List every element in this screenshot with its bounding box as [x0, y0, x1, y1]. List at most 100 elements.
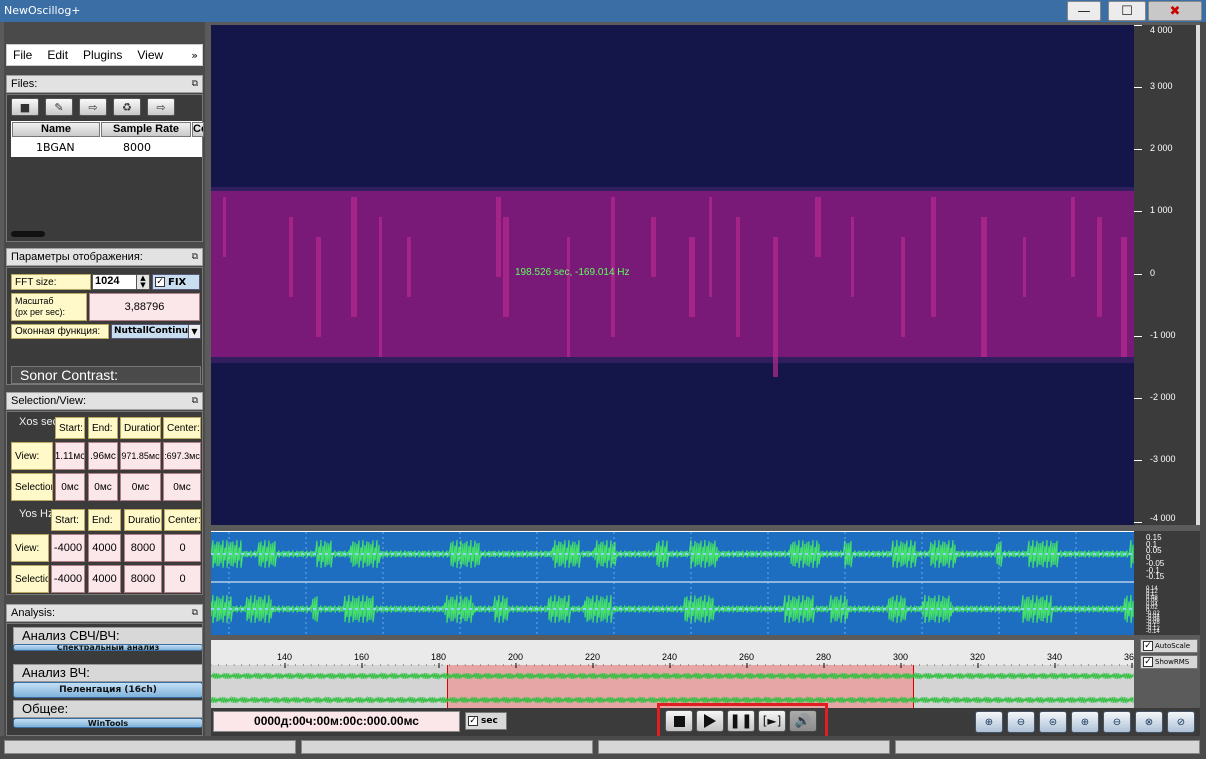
export-button[interactable]: ⇨ — [147, 98, 175, 116]
loop-button[interactable]: [►] — [758, 710, 786, 732]
waveform-dot — [1075, 608, 1078, 610]
waveform-dot — [871, 608, 874, 610]
y-view-duration[interactable]: 8000 — [124, 534, 162, 562]
col-name[interactable]: Name — [12, 122, 100, 137]
waveform-ch2-tick: -0.14 — [1146, 629, 1160, 636]
spectral-analysis-button[interactable]: Спектральный анализ — [13, 644, 202, 651]
float-panel-icon[interactable]: ⧉ — [192, 251, 198, 262]
analysis-panel: Анализ СВЧ/ВЧ: Спектральный анализ Анали… — [6, 623, 203, 736]
x-view-start[interactable]: 1.11мс — [55, 442, 85, 470]
waveform-dot — [865, 608, 868, 610]
import-button[interactable]: ⇨ — [79, 98, 107, 116]
spectrogram-streak — [496, 197, 501, 277]
menu-plugins[interactable]: Plugins — [83, 48, 122, 62]
open-folder-button[interactable]: ■ — [11, 98, 39, 116]
stop-button[interactable] — [665, 710, 693, 732]
pause-button[interactable]: ❚❚ — [727, 710, 755, 732]
sec-checkbox-icon[interactable]: ✓ — [468, 716, 478, 726]
waveform-dot — [229, 608, 232, 610]
direction-finding-button[interactable]: Пеленгация (16ch) — [13, 682, 202, 698]
wintools-button[interactable]: WinTools — [13, 718, 202, 728]
y-view-start[interactable]: -4000 — [51, 534, 85, 562]
sec-toggle[interactable]: ✓ sec — [465, 712, 507, 730]
col-comment[interactable]: Co — [192, 122, 204, 137]
x-sel-end[interactable]: 0мс — [88, 473, 118, 501]
spectrogram-streak — [736, 217, 740, 337]
zoom-in-y-button[interactable]: ⊕ — [1071, 711, 1099, 733]
waveform-view[interactable] — [210, 531, 1134, 636]
y-sel-start[interactable]: -4000 — [51, 565, 85, 593]
fix-checkbox-icon[interactable]: ✓ — [155, 277, 165, 287]
waveform-dot — [1111, 608, 1114, 610]
scale-value[interactable]: 3,88796 — [89, 293, 200, 321]
menu-overflow-icon[interactable]: » — [191, 49, 198, 62]
x-sel-center[interactable]: 0мс — [163, 473, 201, 501]
fix-toggle[interactable]: ✓ FIX — [152, 274, 200, 290]
y-tick-label: -2 000 — [1150, 391, 1176, 402]
y-view-center[interactable]: 0 — [164, 534, 201, 562]
spectrogram-view[interactable]: 198.526 sec, -169.014 Hz — [211, 25, 1134, 525]
zoom-fit-button[interactable]: ⊜ — [1039, 711, 1067, 733]
waveform-dot — [517, 553, 520, 555]
add-file-button[interactable]: ✎ — [45, 98, 73, 116]
waveform-dot — [1039, 553, 1042, 555]
x-sel-duration[interactable]: 0мс — [120, 473, 161, 501]
waveform-dot — [643, 553, 646, 555]
waveform-dot — [553, 553, 556, 555]
time-position-field[interactable]: 0000д:00ч:00м:00с:000.00мс — [213, 711, 460, 732]
x-sel-start[interactable]: 0мс — [55, 473, 85, 501]
waveform-dot — [727, 553, 730, 555]
zoom-out-y-button[interactable]: ⊖ — [1103, 711, 1131, 733]
horizontal-scrollbar[interactable] — [11, 231, 45, 237]
y-tick — [1134, 273, 1142, 275]
volume-button[interactable]: 🔊 — [789, 710, 817, 732]
showrms-toggle[interactable]: ✓ ShowRMS — [1140, 655, 1198, 669]
waveform-dot — [1045, 608, 1048, 610]
zoom-all-button[interactable]: ⊘ — [1167, 711, 1195, 733]
x-view-center[interactable]: :697.3мс — [163, 442, 201, 470]
y-sel-center[interactable]: 0 — [164, 565, 201, 593]
minimize-button[interactable]: — — [1067, 1, 1101, 21]
waveform-dot — [829, 553, 832, 555]
y-selection-label: Selection: — [11, 565, 49, 593]
float-panel-icon[interactable]: ⧉ — [192, 607, 198, 618]
col-sample-rate[interactable]: Sample Rate — [101, 122, 191, 137]
menu-view[interactable]: View — [137, 48, 163, 62]
x-view-duration[interactable]: 971.85мс — [120, 442, 161, 470]
x-view-end[interactable]: .96мс — [88, 442, 118, 470]
maximize-button[interactable]: ☐ — [1108, 1, 1146, 21]
y-view-end[interactable]: 4000 — [88, 534, 121, 562]
float-panel-icon[interactable]: ⧉ — [192, 395, 198, 406]
zoom-reset-button[interactable]: ⊗ — [1135, 711, 1163, 733]
chevron-down-icon[interactable]: ▼ — [188, 325, 200, 338]
float-panel-icon[interactable]: ⧉ — [192, 78, 198, 89]
waveform-dot — [1099, 553, 1102, 555]
autoscale-checkbox-icon[interactable]: ✓ — [1143, 641, 1153, 651]
delete-button[interactable]: ♻ — [113, 98, 141, 116]
y-sel-duration[interactable]: 8000 — [124, 565, 162, 593]
play-button[interactable] — [696, 710, 724, 732]
autoscale-toggle[interactable]: ✓ AutoScale — [1140, 639, 1198, 653]
zoom-in-button[interactable]: ⊕ — [975, 711, 1003, 733]
menu-edit[interactable]: Edit — [47, 48, 68, 62]
waveform-dot — [961, 608, 964, 610]
zoom-out-button[interactable]: ⊖ — [1007, 711, 1035, 733]
waveform-dot — [301, 608, 304, 610]
window-function-select[interactable]: NuttallContinu ▼ — [111, 324, 201, 339]
waveform-dot — [433, 553, 436, 555]
close-button[interactable]: ✖ — [1148, 1, 1202, 21]
timeline-overview[interactable]: 140 160 180 200 220 240 260 280 300 320 340 360 — [211, 640, 1134, 708]
table-row[interactable]: 1BGAN 8000 — [11, 139, 202, 155]
menu-file[interactable]: File — [13, 48, 32, 62]
waveform-dot — [1123, 608, 1126, 610]
chevron-down-icon[interactable]: ▼ — [140, 281, 145, 289]
fft-spinner[interactable]: ▲ ▼ — [136, 274, 150, 290]
y-sel-end[interactable]: 4000 — [88, 565, 121, 593]
waveform-dot — [259, 608, 262, 610]
vertical-scrollbar[interactable] — [1196, 25, 1200, 525]
waveform-dot — [991, 553, 994, 555]
waveform-dot — [439, 608, 442, 610]
y-tick-label: 3 000 — [1150, 81, 1173, 92]
waveform-dot — [283, 608, 286, 610]
showrms-checkbox-icon[interactable]: ✓ — [1143, 657, 1153, 667]
